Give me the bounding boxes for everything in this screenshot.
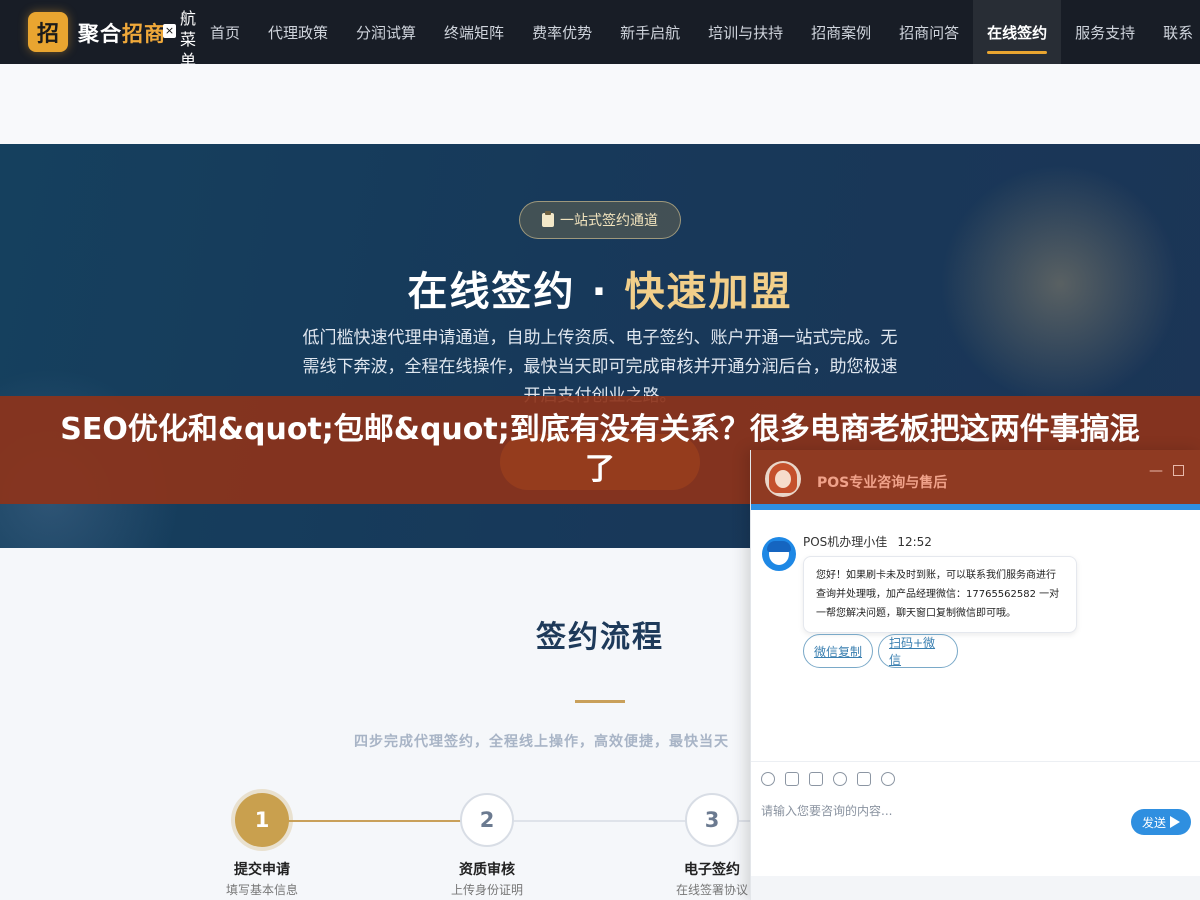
agent-name: POS机办理小佳	[803, 535, 888, 549]
voice-icon[interactable]	[857, 771, 871, 786]
nav-item-home[interactable]: 首页	[196, 0, 254, 64]
logo-text[interactable]: 聚合招商	[78, 18, 166, 48]
nav-item-support[interactable]: 服务支持	[1061, 0, 1149, 64]
rating-icon[interactable]	[833, 771, 847, 786]
chat-widget: POS专业咨询与售后 — POS机办理小佳 12:52 您好！如果刷卡未及时到账，…	[750, 450, 1200, 900]
scan-wechat-button[interactable]: 扫码+微信	[878, 634, 958, 668]
hero-title-accent: 快速加盟	[624, 269, 793, 315]
step-track-progress	[262, 820, 487, 822]
nav-item-online-sign[interactable]: 在线签约	[973, 0, 1062, 64]
message-bubble: 您好！如果刷卡未及时到账，可以联系我们服务商进行查询并处理哦，加产品经理微信：1…	[803, 556, 1077, 633]
nav-item-rates[interactable]: 费率优势	[518, 0, 606, 64]
hero-tag-pill: 一站式签约通道	[519, 201, 681, 239]
chat-title: POS专业咨询与售后	[817, 475, 948, 491]
message-meta: POS机办理小佳 12:52	[803, 533, 932, 550]
support-avatar	[765, 461, 801, 497]
avatar-face	[775, 470, 791, 488]
logo-text-main: 聚合	[78, 22, 122, 46]
step-1-label: 提交申请	[234, 862, 290, 878]
hero-title: 在线签约 · 快速加盟	[0, 259, 1200, 317]
copy-wechat-button[interactable]: 微信复制	[803, 634, 873, 668]
agent-avatar-hair	[767, 541, 791, 552]
chat-accent-bar	[751, 504, 1200, 510]
step-2-label: 资质审核	[459, 862, 515, 878]
nav-item-terminals[interactable]: 终端矩阵	[430, 0, 518, 64]
spacer-band	[0, 64, 1200, 144]
chat-toolbar	[751, 761, 1200, 795]
step-2-circle[interactable]: 2	[460, 793, 514, 847]
chat-header: POS专业咨询与售后 —	[751, 450, 1200, 504]
nav-menu-char: 航	[179, 9, 196, 28]
nav-item-contact[interactable]: 联系	[1149, 0, 1200, 64]
image-icon[interactable]	[785, 771, 799, 786]
nav-menu-char: 单	[179, 51, 196, 64]
nav-item-training[interactable]: 培训与扶持	[694, 0, 797, 64]
nav-menu-toggle[interactable]: 航 菜 单	[178, 8, 198, 64]
chat-footer	[751, 876, 1200, 900]
message-time: 12:52	[897, 535, 932, 549]
logo-badge[interactable]: 招	[28, 12, 68, 52]
step-3-circle[interactable]: 3	[685, 793, 739, 847]
minimize-icon[interactable]: —	[1149, 464, 1163, 478]
nav-item-policy[interactable]: 代理政策	[254, 0, 342, 64]
logo-text-accent: 招商	[122, 22, 166, 46]
step-2-sub: 上传身份证明	[450, 883, 523, 897]
nav-item-cases[interactable]: 招商案例	[797, 0, 885, 64]
nav-item-faq[interactable]: 招商问答	[885, 0, 973, 64]
step-1-sub: 填写基本信息	[225, 883, 298, 897]
wechat-icon[interactable]	[881, 771, 895, 786]
nav-item-calculator[interactable]: 分润试算	[342, 0, 430, 64]
title-divider	[575, 700, 625, 703]
screenshot-icon[interactable]	[809, 771, 823, 786]
send-arrow-icon	[1170, 816, 1180, 828]
emoji-icon[interactable]	[761, 771, 775, 786]
hero-tag-text: 一站式签约通道	[560, 213, 658, 229]
hero-title-main: 在线签约 ·	[407, 269, 625, 315]
send-label: 发送	[1141, 815, 1166, 830]
step-1-circle[interactable]: 1	[235, 793, 289, 847]
top-navigation: 招 聚合招商 × 航 菜 单 首页 代理政策 分润试算 终端矩阵 费率优势 新手…	[0, 0, 1200, 64]
nav-item-newbie[interactable]: 新手启航	[606, 0, 694, 64]
clipboard-icon	[542, 211, 554, 227]
maximize-icon[interactable]	[1173, 465, 1184, 476]
nav-menu-char: 菜	[179, 30, 196, 49]
send-button[interactable]: 发送	[1131, 809, 1191, 835]
agent-avatar	[762, 537, 796, 571]
chat-message-input[interactable]: 请输入您要咨询的内容...	[761, 802, 892, 819]
close-icon[interactable]: ×	[163, 24, 176, 38]
nav-items: 首页 代理政策 分润试算 终端矩阵 费率优势 新手启航 培训与扶持 招商案例 招…	[196, 0, 1200, 64]
